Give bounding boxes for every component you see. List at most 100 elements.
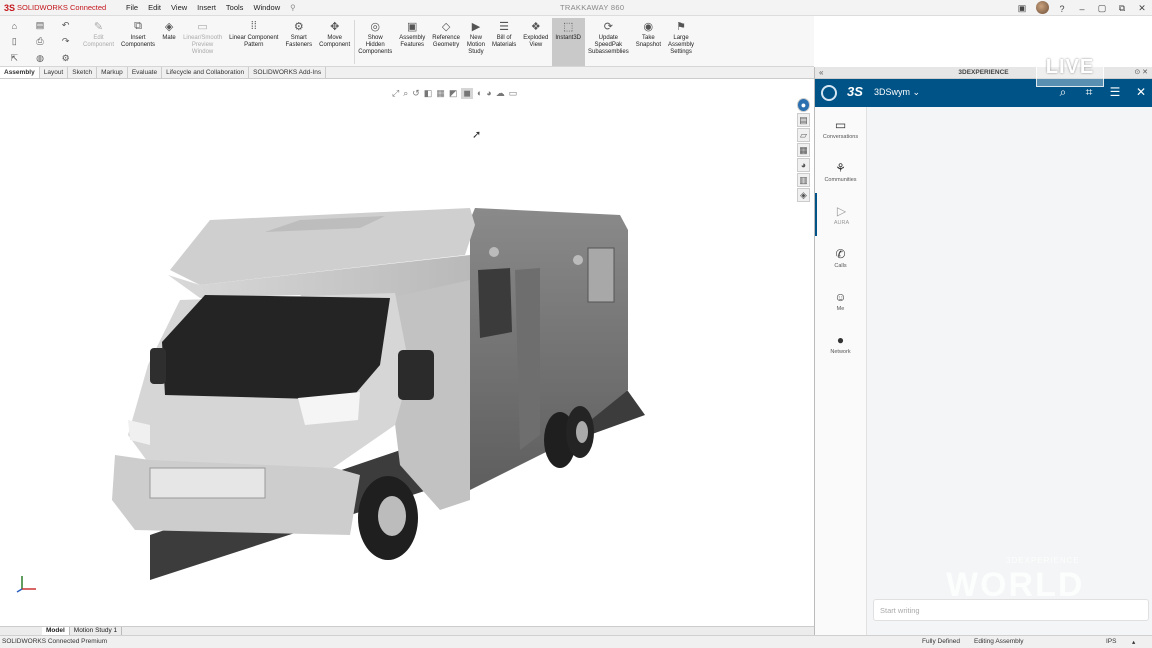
tab-lifecycle[interactable]: Lifecycle and Collaboration xyxy=(162,67,250,78)
linear-pattern-label: Linear Component Pattern xyxy=(229,35,279,48)
tab-sketch[interactable]: Sketch xyxy=(68,67,98,78)
ribbon-tools: ✎ Edit Component ⧉ Insert Components ◈ Mate… xyxy=(80,18,698,66)
close-icon[interactable]: ✕ xyxy=(1136,3,1148,14)
nav-calls[interactable]: ✆ Calls xyxy=(815,236,866,279)
move-component-button[interactable]: ✥ Move Component xyxy=(316,18,354,66)
move-component-label: Move Component xyxy=(319,35,351,48)
status-caret-icon[interactable]: ▴ xyxy=(1132,638,1135,646)
tile-icon[interactable]: ⧉ xyxy=(1116,3,1128,14)
assembly-features-button[interactable]: ▣ Assembly Features xyxy=(396,18,429,66)
person-icon: ☺ xyxy=(834,289,847,304)
menu-file[interactable]: File xyxy=(126,3,138,12)
take-snapshot-button[interactable]: ◉ Take Snapshot xyxy=(633,18,665,66)
show-hidden-button[interactable]: ◎ Show Hidden Components xyxy=(355,18,396,66)
nav-me[interactable]: ☺ Me xyxy=(815,279,866,322)
nav-communities[interactable]: ⚘ Communities xyxy=(815,150,866,193)
status-units[interactable]: IPS xyxy=(1106,638,1116,645)
file-explorer-icon[interactable]: ▱ xyxy=(797,128,810,142)
menu-tools[interactable]: Tools xyxy=(226,3,244,12)
left-mirror xyxy=(150,348,166,384)
nav-network-label: Network xyxy=(830,348,851,355)
new-document-icon[interactable]: ▯ xyxy=(2,34,27,49)
print-icon[interactable]: ⎙ xyxy=(28,34,53,49)
linear-pattern-button[interactable]: ⁞⁞ Linear Component Pattern xyxy=(226,18,282,66)
edit-component-button[interactable]: ✎ Edit Component xyxy=(80,18,118,66)
insert-components-label: Insert Components xyxy=(121,35,156,48)
minimize-icon[interactable]: – xyxy=(1076,4,1088,14)
design-library-icon[interactable]: ▤ xyxy=(797,113,810,127)
undo-icon[interactable]: ↶ xyxy=(53,18,78,33)
custom-properties-icon[interactable]: ▥ xyxy=(797,173,810,187)
tab-markup[interactable]: Markup xyxy=(97,67,128,78)
bill-of-materials-label: Bill of Materials xyxy=(491,35,517,48)
redo-icon[interactable]: ↷ xyxy=(53,34,78,49)
tab-addins[interactable]: SOLIDWORKS Add-Ins xyxy=(249,67,327,78)
quick-access-toolbar: ⌂ ▤ ↶ ▯ ⎙ ↷ ⇱ ◍ ⚙ xyxy=(2,18,78,66)
menu-view[interactable]: View xyxy=(171,3,187,12)
insert-components-button[interactable]: ⧉ Insert Components xyxy=(118,18,159,66)
motion-study-button[interactable]: ▶ New Motion Study xyxy=(464,18,489,66)
tab-motion-study[interactable]: Motion Study 1 xyxy=(70,627,123,635)
options-icon[interactable]: ⚙ xyxy=(53,51,78,66)
conversations-icon: ▭ xyxy=(834,117,847,132)
instant3d-icon: ⬚ xyxy=(562,20,574,33)
help-icon[interactable]: ? xyxy=(1056,4,1068,14)
exploded-view-button[interactable]: ❖ Exploded View xyxy=(520,18,552,66)
bill-of-materials-button[interactable]: ☰ Bill of Materials xyxy=(489,18,520,66)
mate-label: Mate xyxy=(162,35,176,41)
compass-icon[interactable] xyxy=(821,85,837,101)
menu-window[interactable]: Window xyxy=(253,3,280,12)
solidworks-forum-icon[interactable]: ◈ xyxy=(797,188,810,202)
save-icon[interactable]: ▤ xyxy=(28,18,53,33)
preview-window-button[interactable]: ▭ Linear/Smooth Preview Window xyxy=(180,18,226,66)
nav-aura[interactable]: ▷ AURA xyxy=(815,193,866,236)
app-brand-name: SOLIDWORKS Connected xyxy=(17,3,107,12)
nav-aura-label: AURA xyxy=(833,219,850,226)
pin-icon[interactable]: ⚲ xyxy=(290,3,296,12)
side-window-2 xyxy=(587,247,615,303)
front-wheel-hub xyxy=(378,496,406,536)
smart-fasteners-button[interactable]: ⚙ Smart Fasteners xyxy=(282,18,316,66)
tab-assembly[interactable]: Assembly xyxy=(0,67,40,78)
document-title: TRAKKAWAY 860 xyxy=(560,3,625,12)
show-hidden-icon: ◎ xyxy=(370,20,380,33)
rebuild-icon[interactable]: ◍ xyxy=(28,51,53,66)
edit-component-icon: ✎ xyxy=(93,20,104,33)
status-bar: SOLIDWORKS Connected Premium Fully Defin… xyxy=(0,635,1152,648)
nav-network[interactable]: ● Network xyxy=(815,322,866,365)
panel-options-icon[interactable]: ⊙ ✕ xyxy=(1134,68,1148,76)
menu-icon[interactable]: ☰ xyxy=(1108,85,1122,100)
home-icon[interactable]: ⌂ xyxy=(2,18,27,33)
graphics-area[interactable]: ⤢ ⌕ ↺ ◧ ▦ ◩ ◼ ◐ ◕ ☁ ▭ ➚ ● ▤ ▱ ▦ ◕ ▥ ◈ xyxy=(0,80,814,626)
tab-layout[interactable]: Layout xyxy=(40,67,69,78)
app-logo[interactable]: 3S SOLIDWORKS Connected xyxy=(0,3,120,13)
appearances-icon[interactable]: ◕ xyxy=(797,158,810,172)
nav-me-label: Me xyxy=(836,305,845,312)
large-assembly-button[interactable]: ⚑ Large Assembly Settings xyxy=(665,18,698,66)
close-panel-icon[interactable]: ✕ xyxy=(1134,85,1148,100)
edit-component-label: Edit Component xyxy=(83,35,115,48)
menu-insert[interactable]: Insert xyxy=(197,3,216,12)
phone-icon: ✆ xyxy=(835,246,846,261)
reference-geometry-label: Reference Geometry xyxy=(432,35,460,48)
terminal-icon[interactable]: ▣ xyxy=(1016,3,1028,14)
tab-evaluate[interactable]: Evaluate xyxy=(128,67,163,78)
nav-communities-label: Communities xyxy=(824,176,857,183)
user-avatar[interactable] xyxy=(1036,1,1049,16)
command-manager-ribbon: ⌂ ▤ ↶ ▯ ⎙ ↷ ⇱ ◍ ⚙ ✎ Edit Component ⧉ Inser… xyxy=(0,16,814,67)
tab-model[interactable]: Model xyxy=(42,627,70,635)
windshield xyxy=(162,295,390,400)
mate-button[interactable]: ◈ Mate xyxy=(159,18,180,66)
workspace-selector[interactable]: 3DSwym ⌄ xyxy=(874,87,920,98)
nav-conversations[interactable]: ▭ Conversations xyxy=(815,107,866,150)
reference-geometry-button[interactable]: ◇ Reference Geometry xyxy=(429,18,464,66)
camper-van-model[interactable] xyxy=(0,80,814,626)
restore-icon[interactable]: ▢ xyxy=(1096,3,1108,14)
resources-icon[interactable]: ● xyxy=(797,98,810,112)
instant3d-button[interactable]: ⬚ Instant3D xyxy=(552,18,585,66)
menu-edit[interactable]: Edit xyxy=(148,3,161,12)
motion-study-icon: ▶ xyxy=(471,20,481,33)
view-palette-icon[interactable]: ▦ xyxy=(797,143,810,157)
select-icon[interactable]: ⇱ xyxy=(2,51,27,66)
speedpak-button[interactable]: ⟳ Update SpeedPak Subassemblies xyxy=(585,18,633,66)
